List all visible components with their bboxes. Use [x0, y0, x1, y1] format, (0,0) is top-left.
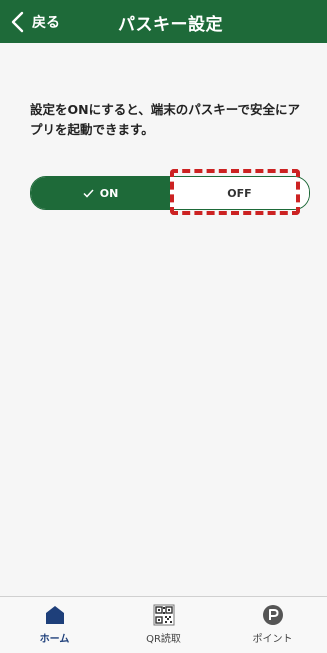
page-title: パスキー設定: [118, 15, 223, 35]
nav-label-qr: QR読取: [146, 634, 181, 645]
passkey-toggle[interactable]: ON OFF: [30, 176, 310, 210]
home-icon: [45, 606, 64, 624]
back-button[interactable]: 戻る: [8, 9, 60, 35]
app-header: 戻る パスキー設定: [0, 0, 327, 43]
chevron-left-icon: [11, 11, 24, 33]
toggle-on-option[interactable]: ON: [31, 177, 170, 209]
nav-label-point: ポイント: [252, 634, 293, 645]
bottom-nav: ホーム QR読取 ポイント: [0, 596, 327, 653]
check-icon: [83, 188, 94, 198]
nav-item-home[interactable]: ホーム: [0, 597, 109, 653]
qr-code-icon: [153, 604, 174, 626]
point-icon: [262, 605, 283, 625]
nav-label-home: ホーム: [39, 634, 70, 645]
description-text: 設定をONにすると、端末のパスキーで安全にアプリを起動できます。: [30, 102, 300, 137]
nav-item-point[interactable]: ポイント: [218, 597, 327, 653]
back-label: 戻る: [32, 15, 60, 31]
toggle-on-label: ON: [99, 186, 119, 200]
toggle-off-option[interactable]: OFF: [170, 177, 309, 209]
toggle-off-label: OFF: [227, 186, 252, 200]
nav-item-qr[interactable]: QR読取: [109, 597, 218, 653]
